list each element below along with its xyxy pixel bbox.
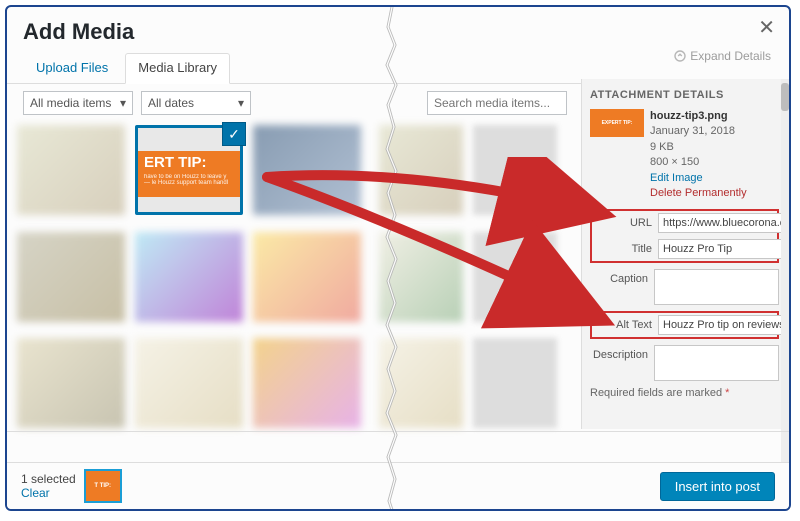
media-thumb[interactable] xyxy=(379,232,463,322)
media-thumb[interactable] xyxy=(253,125,361,215)
media-grid-left: ERT TIP: have to be on Houzz to leave y … xyxy=(17,125,377,435)
media-thumb-selected[interactable]: ERT TIP: have to be on Houzz to leave y … xyxy=(135,125,243,215)
filter-date[interactable]: All dates ▾ xyxy=(141,91,251,115)
title-input[interactable] xyxy=(658,239,785,259)
description-label: Description xyxy=(590,345,654,361)
close-icon[interactable]: ✕ xyxy=(758,15,775,40)
media-filename-blur xyxy=(473,338,557,428)
scrollbar-track[interactable] xyxy=(781,79,789,465)
footer-separator xyxy=(7,431,789,432)
filter-date-label: All dates xyxy=(148,96,194,110)
alt-text-input[interactable] xyxy=(658,315,785,335)
attachment-preview: EXPERT TIP: xyxy=(590,109,644,137)
required-note-text: Required fields are marked xyxy=(590,387,722,399)
expand-icon xyxy=(674,50,686,62)
search-input[interactable] xyxy=(427,91,567,115)
caption-label: Caption xyxy=(590,269,654,285)
tab-upload-files[interactable]: Upload Files xyxy=(23,53,121,84)
url-field-highlight: URL Title xyxy=(590,209,779,263)
modal-title: Add Media xyxy=(23,19,773,45)
filter-media-type-label: All media items xyxy=(30,96,111,110)
attachment-filename: houzz-tip3.png xyxy=(650,109,747,124)
search-field-wrap xyxy=(427,91,567,115)
attachment-details-panel: ATTACHMENT DETAILS EXPERT TIP: houzz-tip… xyxy=(581,79,785,429)
tab-media-library[interactable]: Media Library xyxy=(125,53,230,84)
expand-details-label: Expand Details xyxy=(690,49,771,63)
expand-details-link[interactable]: Expand Details xyxy=(674,49,771,63)
chevron-down-icon: ▾ xyxy=(120,96,126,110)
media-thumb[interactable] xyxy=(253,338,361,428)
panel-heading: ATTACHMENT DETAILS xyxy=(590,89,779,101)
url-label: URL xyxy=(594,213,658,229)
add-media-modal: ✕ Expand Details Add Media Upload Files … xyxy=(5,5,791,511)
scrollbar-thumb[interactable] xyxy=(781,83,789,111)
selected-thumb-headline: ERT TIP: xyxy=(144,154,207,171)
asterisk-icon: * xyxy=(725,387,729,399)
chevron-down-icon: ▾ xyxy=(238,96,244,110)
insert-into-post-button[interactable]: Insert into post xyxy=(660,472,775,501)
attachment-date: January 31, 2018 xyxy=(650,124,747,139)
filter-media-type[interactable]: All media items ▾ xyxy=(23,91,133,115)
media-filename-blur xyxy=(473,232,557,322)
edit-image-link[interactable]: Edit Image xyxy=(650,171,747,186)
media-thumb[interactable] xyxy=(135,232,243,322)
media-grid-right xyxy=(379,125,579,435)
caption-input[interactable] xyxy=(654,269,779,305)
media-thumb[interactable] xyxy=(17,338,125,428)
media-thumb[interactable] xyxy=(135,338,243,428)
selection-count: 1 selected xyxy=(21,472,76,486)
clear-selection-link[interactable]: Clear xyxy=(21,486,76,500)
alt-text-field-highlight: Alt Text xyxy=(590,311,779,339)
media-thumb[interactable] xyxy=(379,125,463,215)
selection-mini-thumb-label: T TIP: xyxy=(94,483,111,489)
attachment-filesize: 9 KB xyxy=(650,140,747,155)
alt-text-label: Alt Text xyxy=(594,315,658,331)
url-input[interactable] xyxy=(658,213,785,233)
media-thumb[interactable] xyxy=(17,232,125,322)
delete-permanently-link[interactable]: Delete Permanently xyxy=(650,186,747,201)
required-note: Required fields are marked * xyxy=(590,387,779,399)
check-icon[interactable]: ✓ xyxy=(222,122,246,146)
selected-thumb-subtext: have to be on Houzz to leave y — le Houz… xyxy=(144,174,234,187)
attachment-dimensions: 800 × 150 xyxy=(650,155,747,170)
media-filename-blur xyxy=(473,125,557,215)
modal-footer: 1 selected Clear T TIP: Insert into post xyxy=(7,462,789,509)
attachment-preview-label: EXPERT TIP: xyxy=(602,121,633,126)
attachment-meta: houzz-tip3.png January 31, 2018 9 KB 800… xyxy=(650,109,747,201)
media-thumb[interactable] xyxy=(253,232,361,322)
description-input[interactable] xyxy=(654,345,779,381)
media-thumb[interactable] xyxy=(379,338,463,428)
selection-mini-thumb[interactable]: T TIP: xyxy=(84,469,122,503)
title-label: Title xyxy=(594,239,658,255)
media-thumb[interactable] xyxy=(17,125,125,215)
